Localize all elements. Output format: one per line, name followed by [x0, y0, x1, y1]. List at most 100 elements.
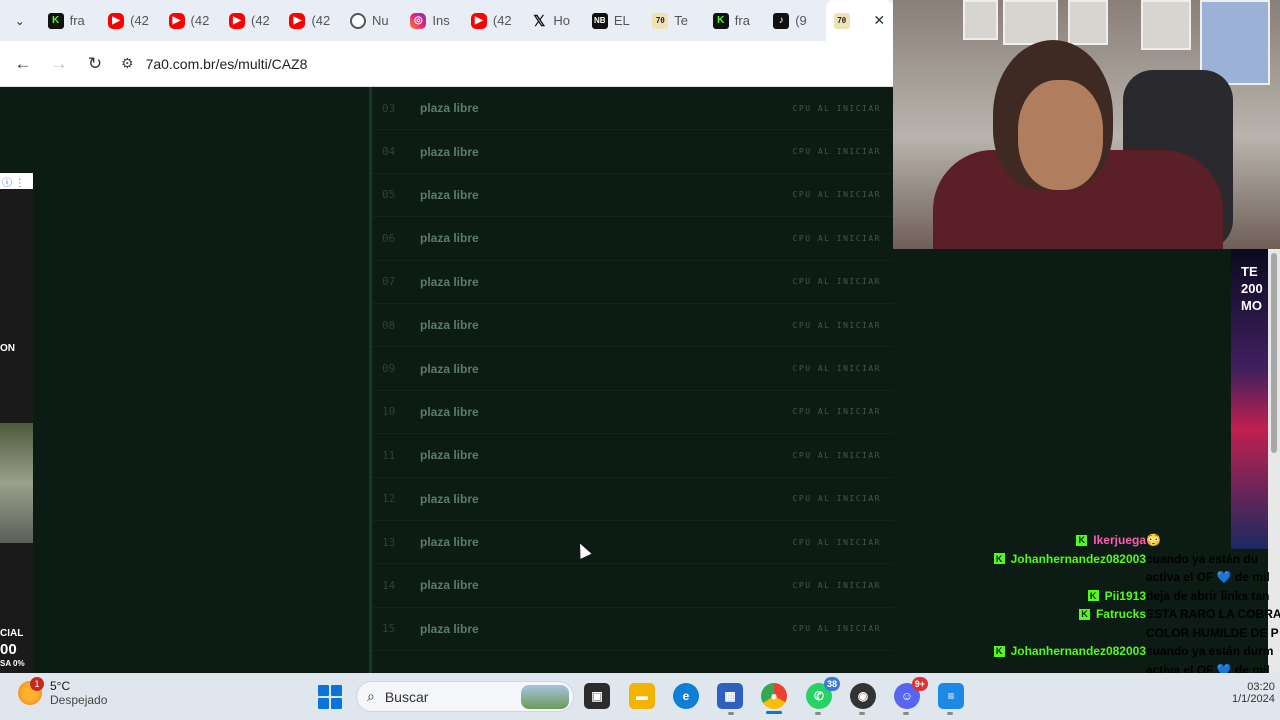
- edge-icon[interactable]: e: [673, 683, 699, 709]
- browser-tab[interactable]: Nu: [342, 0, 402, 41]
- tab-label: EL: [613, 13, 630, 28]
- notepad-icon[interactable]: ≡: [938, 683, 964, 709]
- scrollbar-thumb[interactable]: [1271, 253, 1277, 453]
- url-field[interactable]: ⚙ 7a0.com.br/es/multi/CAZ8: [121, 47, 307, 81]
- weather-description: Despejado: [50, 693, 108, 707]
- slot-status: CPU AL INICIAR: [792, 103, 881, 113]
- browser-tab-active[interactable]: 7θ ✕: [825, 0, 894, 41]
- chat-message: K Ikerjuega: [1076, 533, 1146, 547]
- store-icon[interactable]: ▦: [717, 683, 743, 709]
- chrome-icon[interactable]: ●: [761, 683, 787, 709]
- slot-number: 15: [382, 622, 396, 636]
- address-bar: ← → ↻ ⚙ 7a0.com.br/es/multi/CAZ8: [0, 41, 893, 87]
- tab-search-button[interactable]: ⌄: [0, 0, 40, 41]
- tab-label: (42: [492, 13, 512, 28]
- discord-unread-badge: 9+: [911, 677, 928, 691]
- slot-status: CPU AL INICIAR: [792, 494, 881, 504]
- site-info-icon[interactable]: ⚙: [121, 55, 134, 72]
- slot-player-name: plaza libre: [420, 404, 479, 419]
- kick-icon: K: [712, 12, 729, 29]
- player-slot[interactable]: 04 plaza libre CPU AL INICIAR: [372, 130, 893, 174]
- ad-text: SA 0%: [0, 659, 25, 668]
- player-slot[interactable]: 14 plaza libre CPU AL INICIAR: [372, 564, 893, 608]
- browser-tab[interactable]: NB EL: [584, 0, 644, 41]
- ad-text: CIAL: [0, 628, 24, 639]
- clock-time: 03:20: [1247, 681, 1275, 693]
- file-explorer-icon[interactable]: ▬: [629, 683, 655, 709]
- chat-message: K Pii1913: [1087, 589, 1146, 603]
- tab-label: fra: [734, 13, 750, 28]
- browser-tab[interactable]: Kfra: [40, 0, 100, 41]
- browser-tab[interactable]: ♪ (9: [765, 0, 825, 41]
- player-slot[interactable]: 11 plaza libre CPU AL INICIAR: [372, 434, 893, 478]
- kick-badge-icon: K: [993, 645, 1005, 657]
- slot-player-name: plaza libre: [420, 621, 479, 636]
- player-slot[interactable]: 06 plaza libre CPU AL INICIAR: [372, 217, 893, 261]
- slot-status: CPU AL INICIAR: [792, 190, 881, 200]
- close-tab-icon[interactable]: ✕: [873, 12, 885, 29]
- chat-text: COLOR HUMILDE DE P: [1146, 625, 1279, 640]
- player-slot[interactable]: 15 plaza libre CPU AL INICIAR: [372, 608, 893, 652]
- slot-number: 13: [382, 535, 396, 549]
- taskbar-search[interactable]: ⌕ Buscar: [356, 681, 574, 712]
- browser-tab[interactable]: 𝕏 Ho: [523, 0, 583, 41]
- notification-badge: 1: [30, 677, 44, 691]
- weather-widget[interactable]: 1 5°C Despejado: [18, 677, 108, 707]
- browser-tab[interactable]: ▶ (42: [463, 0, 523, 41]
- browser-tab[interactable]: Kfra: [705, 0, 765, 41]
- task-view-icon[interactable]: ▣: [584, 683, 610, 709]
- forward-button[interactable]: →: [41, 46, 77, 82]
- player-slot[interactable]: 03 plaza libre CPU AL INICIAR: [372, 87, 893, 131]
- chat-username: Johanhernandez082003: [1010, 644, 1146, 658]
- start-button[interactable]: [318, 685, 342, 709]
- obs-icon[interactable]: ◉: [850, 683, 876, 709]
- browser-tab[interactable]: ◎ Ins: [402, 0, 462, 41]
- kick-badge-icon: K: [993, 553, 1005, 564]
- clock-date: 1/1/2024: [1232, 693, 1275, 705]
- player-slot[interactable]: 07 plaza libre CPU AL INICIAR: [372, 261, 893, 304]
- tab-label: Nu: [371, 13, 389, 28]
- ad-info-icon[interactable]: ⓘ ⋮: [0, 173, 33, 189]
- browser-tab[interactable]: ▶ (42: [281, 0, 341, 41]
- browser-tab[interactable]: 7θ Te: [644, 0, 704, 41]
- streamer-webcam: [893, 0, 1280, 249]
- player-slot[interactable]: 10 plaza libre CPU AL INICIAR: [372, 391, 893, 435]
- chat-text: ESTA RARO LA COBRA: [1146, 607, 1280, 621]
- browser-tab[interactable]: ▶ (42: [100, 0, 160, 41]
- chat-username: Fatrucks: [1095, 607, 1146, 621]
- player-slot[interactable]: 12 plaza libre CPU AL INICIAR: [372, 478, 893, 521]
- chat-text: activa el OF 💙 de mil: [1146, 570, 1270, 584]
- player-slot[interactable]: 09 plaza libre CPU AL INICIAR: [372, 347, 893, 391]
- youtube-icon: ▶: [108, 12, 125, 29]
- slot-player-name: plaza libre: [420, 144, 479, 159]
- reload-button[interactable]: ↻: [77, 46, 113, 82]
- slot-number: 04: [382, 145, 396, 159]
- windows-logo-tile: [331, 698, 342, 709]
- streamer-face: [1018, 80, 1103, 190]
- back-button[interactable]: ←: [5, 46, 41, 82]
- chat-username: Johanhernandez082003: [1010, 551, 1146, 566]
- windows-taskbar: 1 5°C Despejado ⌕ Buscar ▣ ▬ e ▦ ● ✆ 38 ◉…: [0, 673, 1280, 720]
- slot-status: CPU AL INICIAR: [792, 450, 881, 460]
- player-slot[interactable]: 13 plaza libre CPU AL INICIAR: [372, 521, 893, 565]
- system-clock[interactable]: 03:20 1/1/2024: [1232, 681, 1275, 705]
- slot-number: 12: [382, 492, 396, 506]
- windows-logo-tile: [318, 698, 329, 709]
- discord-icon[interactable]: ☺ 9+: [894, 677, 928, 709]
- player-slot[interactable]: 05 plaza libre CPU AL INICIAR: [372, 174, 893, 218]
- left-ad-banner[interactable]: ⓘ ⋮ ON CIAL 00 SA 0%: [0, 173, 33, 673]
- slot-status: CPU AL INICIAR: [792, 320, 881, 330]
- chat-text: deja de abrir links tan: [1146, 588, 1270, 603]
- whatsapp-icon[interactable]: ✆ 38: [806, 677, 840, 709]
- wall-poster: [963, 0, 998, 40]
- slot-player-name: plaza libre: [420, 361, 479, 376]
- browser-tab[interactable]: ▶ (42: [161, 0, 221, 41]
- search-highlight-image: [521, 684, 569, 709]
- slot-status: CPU AL INICIAR: [792, 233, 881, 243]
- right-ad-banner[interactable]: TE 200 MO: [1231, 249, 1268, 549]
- browser-tab[interactable]: ▶ (42: [221, 0, 281, 41]
- slot-number: 09: [382, 362, 396, 376]
- tab-label: (42: [311, 13, 331, 28]
- player-slot[interactable]: 08 plaza libre CPU AL INICIAR: [372, 304, 893, 348]
- x-icon: 𝕏: [533, 12, 546, 30]
